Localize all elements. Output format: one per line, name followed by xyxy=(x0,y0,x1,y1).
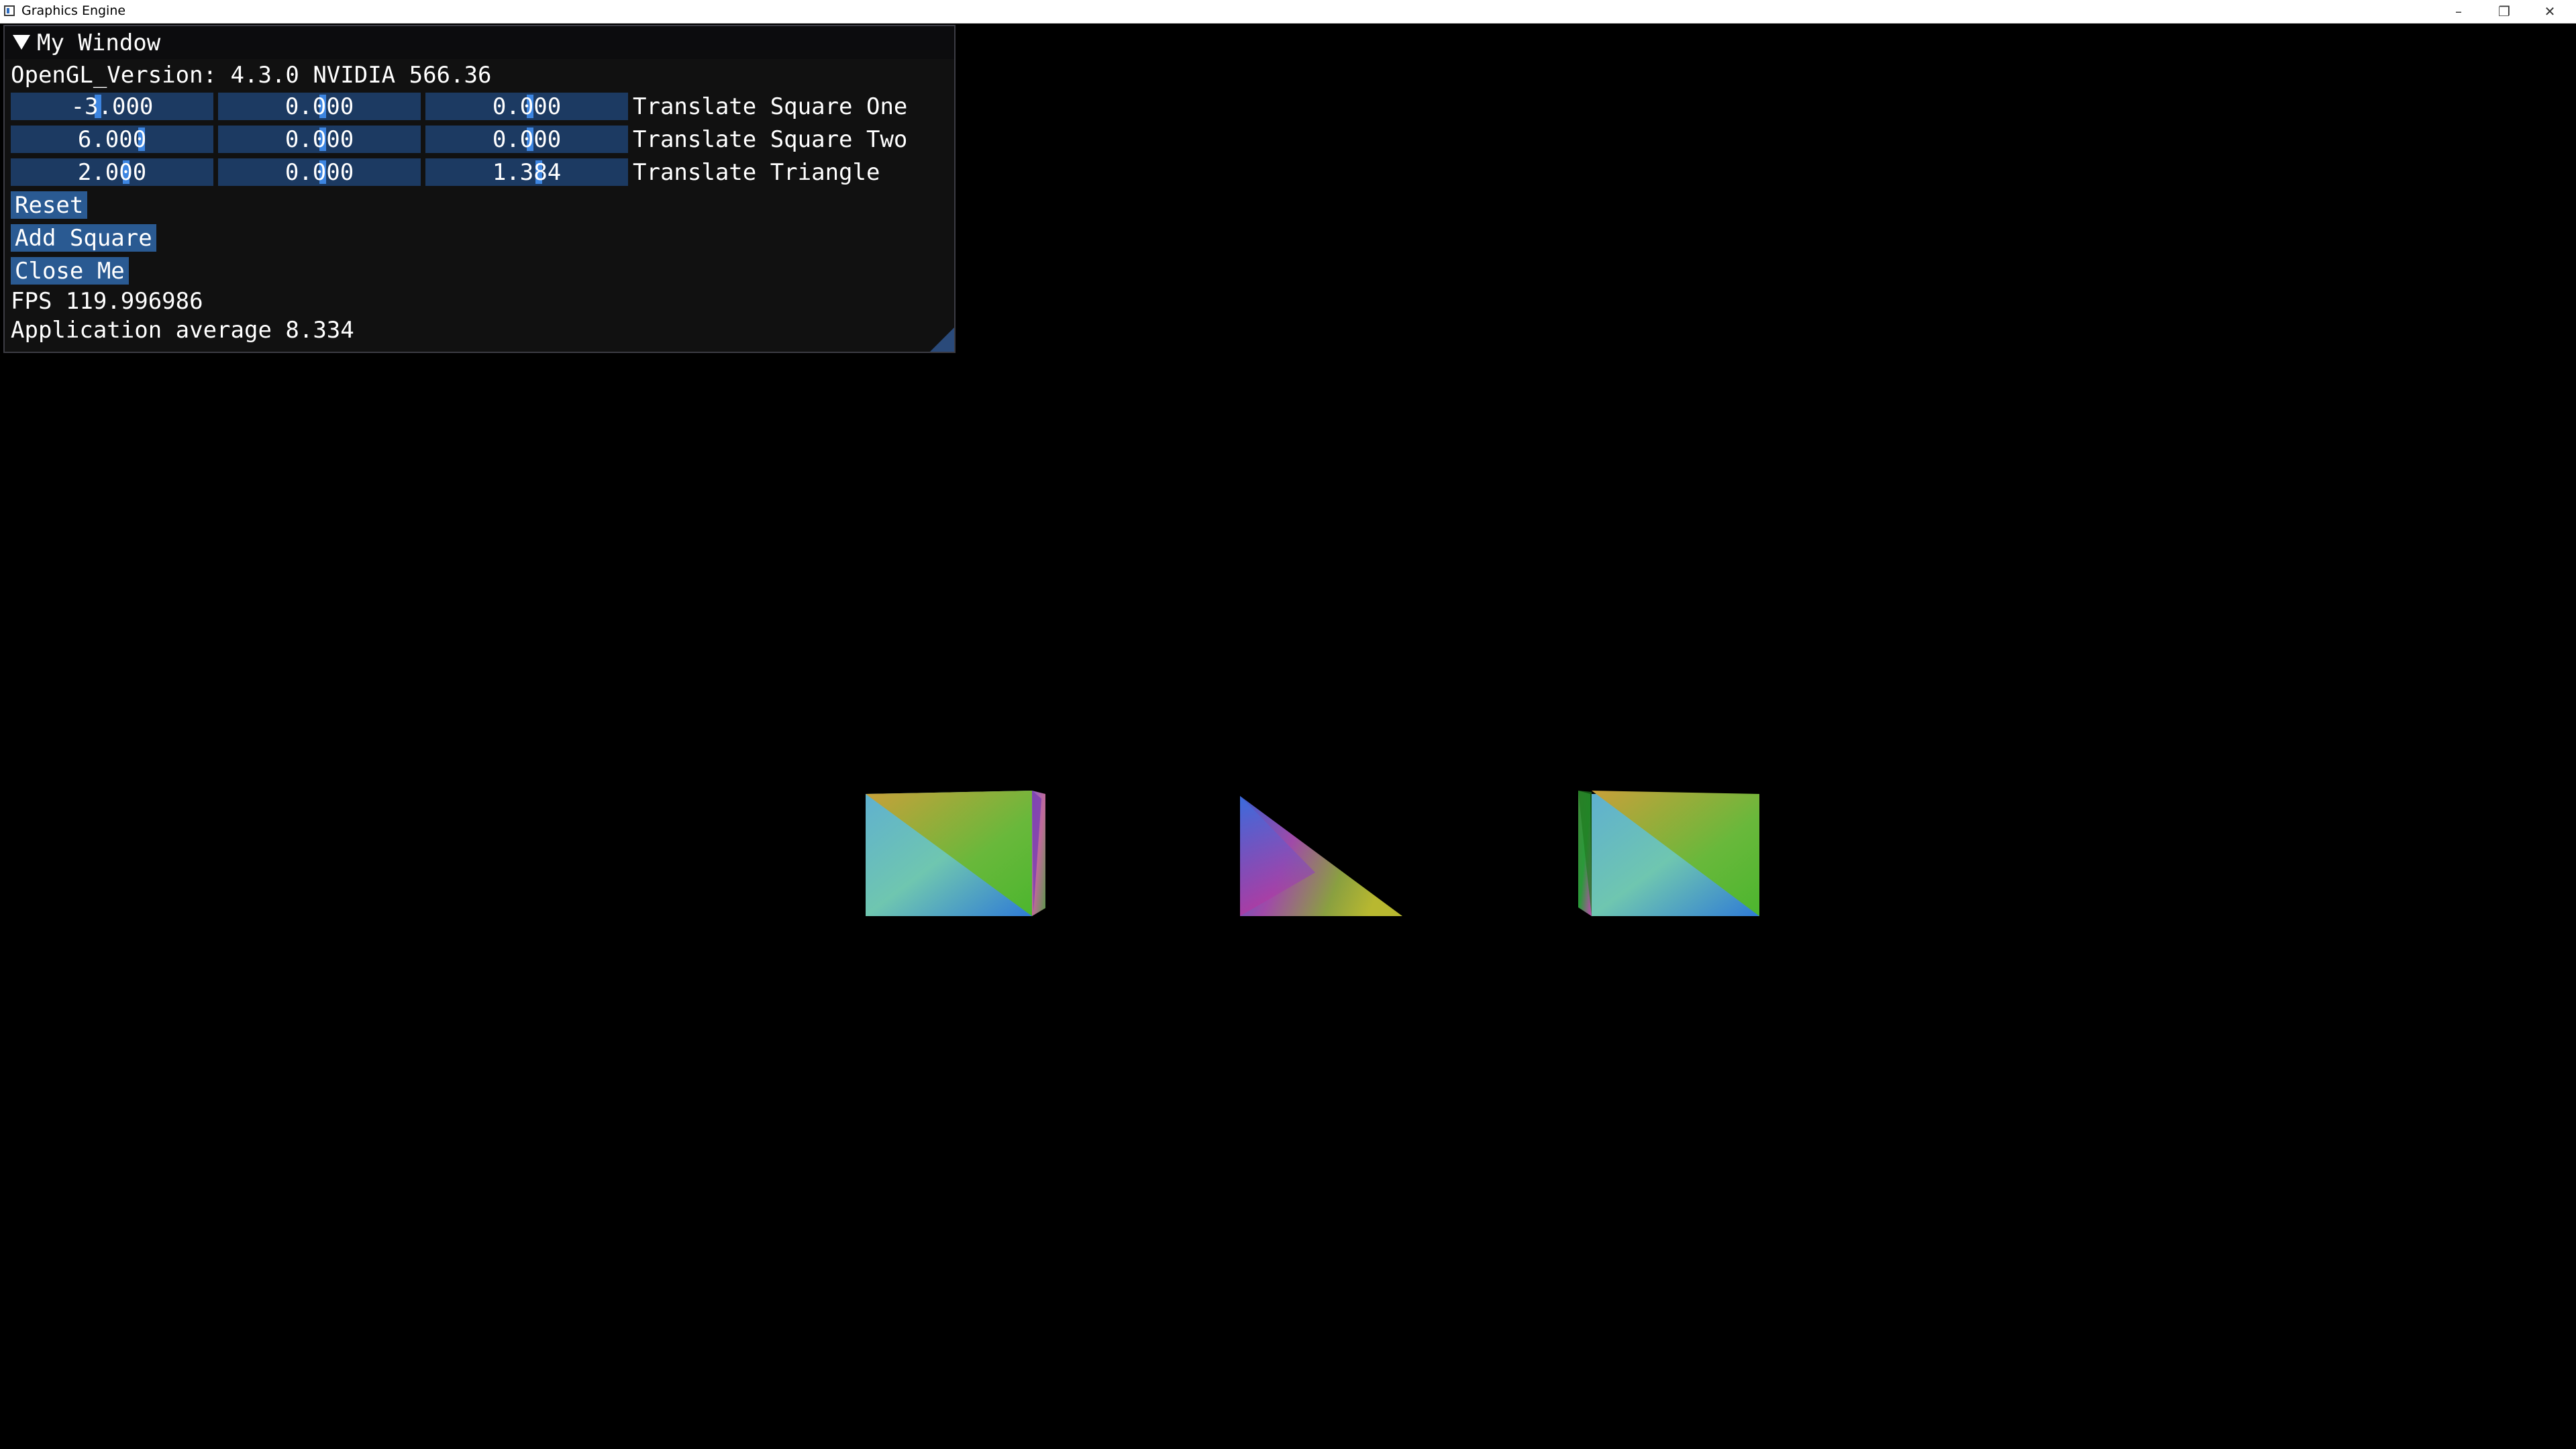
square-one-mesh xyxy=(866,791,1045,916)
triangle-x-drag[interactable]: 2.000 xyxy=(11,158,213,186)
square-two-mesh xyxy=(1578,791,1759,916)
triangle-mesh xyxy=(1240,796,1402,916)
resize-grip-icon[interactable] xyxy=(930,328,954,352)
application-average-text: Application average 8.334 xyxy=(11,317,354,344)
app-window-icon xyxy=(4,5,15,16)
square-two-z-drag[interactable]: 0.000 xyxy=(425,126,628,153)
imgui-window[interactable]: My Window OpenGL_Version: 4.3.0 NVIDIA 5… xyxy=(3,25,956,353)
add-square-button[interactable]: Add Square xyxy=(11,224,156,252)
square-two-y-drag[interactable]: 0.000 xyxy=(218,126,421,153)
square-one-y-drag[interactable]: 0.000 xyxy=(218,93,421,120)
imgui-title-bar[interactable]: My Window xyxy=(5,26,954,59)
square-two-x-drag[interactable]: 6.000 xyxy=(11,126,213,153)
triangle-y-drag[interactable]: 0.000 xyxy=(218,158,421,186)
close-window-button[interactable]: ✕ xyxy=(2527,0,2573,23)
opengl-version-text: OpenGL_Version: 4.3.0 NVIDIA 566.36 xyxy=(11,62,492,89)
reset-button[interactable]: Reset xyxy=(11,191,88,219)
collapse-triangle-icon[interactable] xyxy=(13,35,30,50)
triangle-z-drag[interactable]: 1.384 xyxy=(425,158,628,186)
close-me-button[interactable]: Close Me xyxy=(11,257,129,285)
square-one-x-drag[interactable]: -3.000 xyxy=(11,93,213,120)
imgui-window-title: My Window xyxy=(37,30,161,56)
restore-button[interactable]: ❐ xyxy=(2481,0,2527,23)
minimize-button[interactable]: – xyxy=(2436,0,2481,23)
os-window-title: Graphics Engine xyxy=(21,3,126,18)
translate-triangle-label: Translate Triangle xyxy=(633,158,880,186)
fps-text: FPS 119.996986 xyxy=(11,288,203,315)
translate-square-one-label: Translate Square One xyxy=(633,93,908,120)
os-title-bar: Graphics Engine – ❐ ✕ xyxy=(0,0,2576,23)
translate-square-two-label: Translate Square Two xyxy=(633,126,908,153)
square-one-z-drag[interactable]: 0.000 xyxy=(425,93,628,120)
